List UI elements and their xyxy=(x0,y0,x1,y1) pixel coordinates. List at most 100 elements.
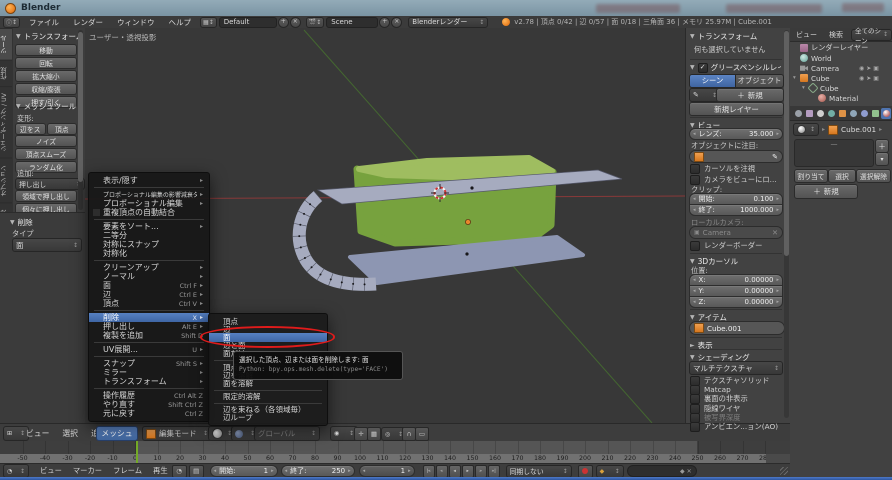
record-button[interactable] xyxy=(578,465,593,478)
outliner-item[interactable]: ▾Cube xyxy=(802,83,839,93)
orientation-dropdown[interactable]: グローバル↕ xyxy=(254,426,320,441)
slot-specials-button[interactable]: ▾ xyxy=(875,152,889,166)
menu-item[interactable]: 複製を追加Shift D xyxy=(89,331,209,340)
timeline-menu-item[interactable]: 再生 xyxy=(153,466,168,476)
extrude-dropdown[interactable]: 押し出し↕ xyxy=(15,178,85,190)
shading-mode-dropdown[interactable]: マルチテクスチャ↕ xyxy=(689,361,783,375)
scene-icon-dropdown[interactable]: 🎬↕ xyxy=(306,17,325,28)
menu-item[interactable]: 限定的溶解 xyxy=(209,393,327,401)
menubar-item[interactable]: ファイル xyxy=(29,17,59,28)
eyedropper-icon[interactable]: ✎ xyxy=(772,153,778,161)
properties-tab-world[interactable] xyxy=(826,108,836,119)
outliner-item[interactable]: Material xyxy=(811,93,858,103)
add-layout-button[interactable]: + xyxy=(278,17,289,28)
editor-type-dropdown[interactable]: ◔↕ xyxy=(3,464,29,478)
menu-item[interactable]: トランスフォーム▸ xyxy=(89,377,209,386)
collapse-arrow-icon[interactable]: ▾ xyxy=(793,75,800,81)
shading-checkbox[interactable]: Matcap xyxy=(690,385,782,394)
local-camera-field[interactable]: ▣Camera✕ xyxy=(689,226,783,239)
screen-layout-field[interactable]: Default xyxy=(219,17,277,28)
window-titlebar[interactable]: Blender xyxy=(0,0,892,17)
key-insert-icon[interactable]: ◆ xyxy=(680,468,685,475)
frame-end-field[interactable]: ◂終了:250▸ xyxy=(281,465,355,477)
properties-tab-material[interactable] xyxy=(881,108,891,119)
playback-button[interactable]: » xyxy=(475,465,487,478)
scene-field[interactable]: Scene xyxy=(326,17,378,28)
preview-range-icon[interactable]: ◔ xyxy=(172,465,187,478)
render-border-checkbox[interactable]: レンダーボーダー xyxy=(690,241,762,250)
shading-checkbox[interactable]: 隠線ワイヤ xyxy=(690,404,782,413)
selectability-arrow-icon[interactable]: ➤ xyxy=(866,65,871,72)
playback-button[interactable]: |« xyxy=(423,465,435,478)
tool-button[interactable]: ノイズ xyxy=(15,135,77,147)
tool-button[interactable]: 収縮/膨張 xyxy=(15,83,77,95)
visibility-eye-icon[interactable]: ◉ xyxy=(859,75,864,82)
assign-button[interactable]: 割り当て xyxy=(794,169,828,183)
gpencil-panel-header[interactable]: ▼グリースペンシルレイ xyxy=(690,59,782,73)
editor-type-dropdown[interactable]: ⓘ↕ xyxy=(3,17,20,28)
deselect-button[interactable]: 選択解除 xyxy=(856,169,891,183)
clip-end-slider[interactable]: ◂終了:1000.000▸ xyxy=(689,204,783,216)
lock-camera-checkbox[interactable]: カメラをビューにロ... xyxy=(690,175,777,184)
playback-button[interactable]: »| xyxy=(488,465,500,478)
timeline-menu-item[interactable]: ビュー xyxy=(40,466,62,476)
renderability-camera-icon[interactable]: ▣ xyxy=(873,65,879,72)
toolshelf-tab[interactable]: ツール xyxy=(0,28,12,60)
render-engine-dropdown[interactable]: Blenderレンダー↕ xyxy=(408,17,488,28)
mode-dropdown[interactable]: 編集モード↕ xyxy=(142,426,212,441)
cursor-panel-header[interactable]: ▼3Dカーソル xyxy=(690,253,782,267)
toolshelf-tab[interactable]: オプション xyxy=(0,158,12,203)
tool-button[interactable]: 拡大縮小 xyxy=(15,70,77,82)
menu-item[interactable]: 対称化 xyxy=(89,249,209,258)
selectability-arrow-icon[interactable]: ➤ xyxy=(866,75,871,82)
playback-button[interactable]: ▸ xyxy=(462,465,474,478)
timeline-menu-item[interactable]: フレーム xyxy=(113,466,142,476)
shading-checkbox[interactable]: テクスチャソリッド xyxy=(690,376,782,385)
toolshelf-tab[interactable]: シェーディング / UV xyxy=(0,86,12,158)
outliner-menu-item[interactable]: ビュー xyxy=(796,30,817,40)
key-delete-icon[interactable]: ✕ xyxy=(687,468,692,475)
transform-panel-header[interactable]: ▼トランスフォーム xyxy=(690,31,757,42)
lock-cursor-checkbox[interactable]: カーソルを注視 xyxy=(690,164,755,173)
outliner-item[interactable]: ▾Cube◉➤▣ xyxy=(793,73,830,83)
outliner-item[interactable]: レンダーレイヤー xyxy=(793,43,868,53)
tool-button[interactable]: 辺をス xyxy=(15,123,46,135)
clear-icon[interactable]: ✕ xyxy=(772,228,778,237)
delete-type-dropdown[interactable]: 面↕ xyxy=(12,238,82,252)
outliner-item[interactable]: Camera◉➤▣ xyxy=(793,63,839,73)
new-layer-button[interactable]: 新規レイヤー xyxy=(689,102,784,116)
tool-button[interactable]: 頂点スムーズ xyxy=(15,148,77,160)
frame-filter-icon[interactable]: ▤ xyxy=(189,465,204,478)
properties-tab-data[interactable] xyxy=(870,108,880,119)
delete-layout-button[interactable]: × xyxy=(290,17,301,28)
menu-item[interactable]: 元に戻すCtrl Z xyxy=(89,409,209,418)
gpencil-object-toggle[interactable]: オブジェクト xyxy=(735,74,784,88)
timeline-content[interactable] xyxy=(0,441,790,454)
select-button[interactable]: 選択 xyxy=(828,169,856,183)
outliner-item[interactable]: World xyxy=(793,53,832,63)
current-frame-field[interactable]: ◂1▸ xyxy=(359,465,415,477)
tool-button[interactable]: 頂点 xyxy=(47,123,78,135)
shading-checkbox[interactable]: 被写界深度 xyxy=(690,413,782,422)
viewport-menu-item[interactable]: 選択 xyxy=(62,428,78,439)
context-dropdown[interactable]: ↕ xyxy=(793,123,819,136)
viewport-menu-item[interactable]: ビュー xyxy=(26,428,49,439)
keying-dropdown[interactable]: ◆↕ xyxy=(596,465,624,478)
gpencil-scene-toggle[interactable]: シーン xyxy=(689,74,736,88)
properties-tab-render[interactable] xyxy=(793,108,803,119)
playback-button[interactable]: « xyxy=(436,465,448,478)
properties-tab-constraints[interactable] xyxy=(848,108,858,119)
sync-dropdown[interactable]: 同期しない↕ xyxy=(506,465,572,478)
toolshelf-tab[interactable]: 作成 xyxy=(0,60,12,86)
snap-magnet-icon[interactable]: ∩ xyxy=(402,427,416,441)
renderability-camera-icon[interactable]: ▣ xyxy=(873,75,879,82)
tool-shelf-scrollb[interactable] xyxy=(78,30,83,210)
npanel-scrollbar[interactable] xyxy=(784,30,789,418)
new-material-button[interactable]: ＋新規 xyxy=(794,184,858,199)
frame-start-field[interactable]: ◂開始:1▸ xyxy=(210,465,278,477)
menu-item[interactable]: 表示/隠す▸ xyxy=(89,176,209,185)
shading-checkbox[interactable]: 裏面の非表示 xyxy=(690,395,782,404)
item-name-field[interactable]: Cube.001 xyxy=(689,321,785,335)
add-scene-button[interactable]: + xyxy=(379,17,390,28)
gpencil-new-button[interactable]: ＋新規 xyxy=(716,88,784,102)
